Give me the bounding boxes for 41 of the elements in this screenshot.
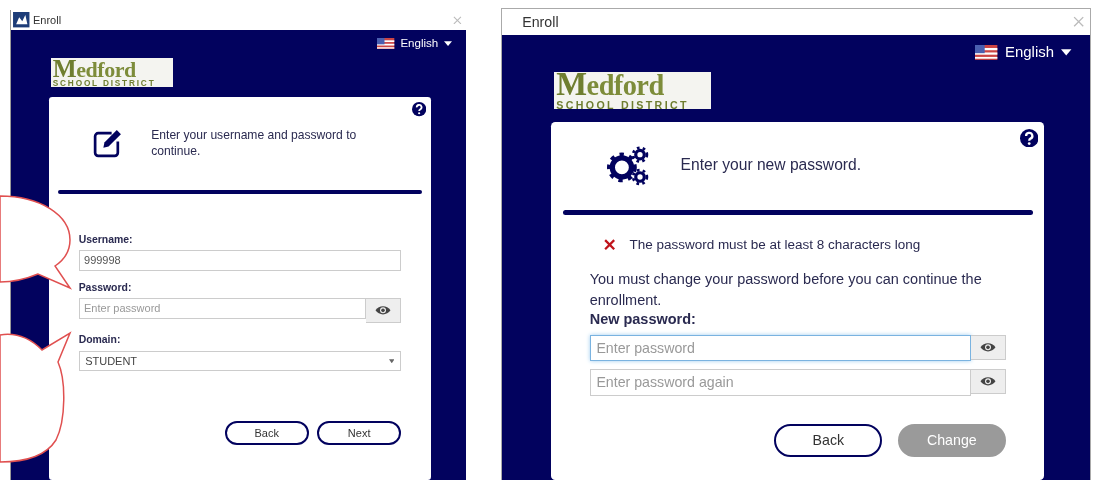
show-password-button[interactable] [366,298,401,324]
field-label: Username: [78,233,134,245]
caret-icon [1061,49,1072,56]
action-button[interactable]: Back [224,420,309,446]
window-title: Enroll [33,13,63,26]
field-label: New password: [589,311,697,328]
close-icon [1073,16,1085,28]
eye-icon [979,375,996,387]
help-icon [1020,128,1039,148]
caret-icon [388,358,395,364]
password-field[interactable]: Enter password [78,298,367,319]
action-button[interactable]: Back [774,423,883,457]
window-title: Enroll [522,13,560,30]
field-label: Password: [78,281,133,293]
show-password-button[interactable] [971,368,1006,394]
password-field[interactable]: Enter password again [589,368,972,396]
language-dropdown[interactable]: English [975,44,1072,61]
eye-icon [979,341,996,353]
logo-name: Medford [556,70,664,100]
logo-name: Medford [52,57,136,80]
password-field[interactable]: Enter password [589,334,972,362]
domain-select[interactable]: STUDENT [78,350,401,372]
logo-subtitle: SCHOOL DISTRICT [556,99,689,111]
language-dropdown[interactable]: English [377,37,453,50]
show-password-button[interactable] [971,334,1006,360]
gears-icon [606,144,650,187]
flag-icon [975,45,998,60]
username-field[interactable]: 999998 [78,249,401,271]
error-icon [603,239,616,251]
heading-text: Enter your username and password to continue. [151,127,358,160]
caret-icon [444,40,453,47]
field-label: Domain: [78,334,122,346]
flag-icon [377,37,395,50]
close-icon [453,15,462,25]
heading-text: Enter your new password. [680,155,862,176]
instruction-text: You must change your password before you can continue the enrollment. [589,270,983,311]
error-message: The password must be at least 8 characters long [629,237,921,253]
eye-icon [375,305,392,316]
action-button[interactable]: Next [317,420,401,446]
logo-subtitle: SCHOOL DISTRICT [52,79,156,89]
help-icon [411,102,427,117]
